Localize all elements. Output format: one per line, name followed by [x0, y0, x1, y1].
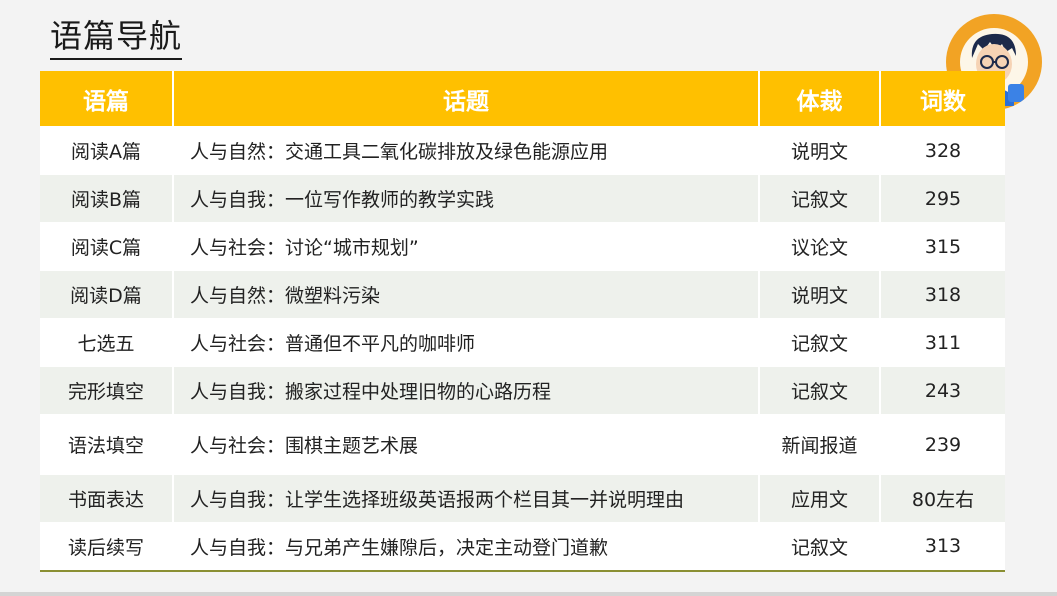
cell-passage: 语法填空	[40, 414, 174, 475]
cell-words: 295	[880, 174, 1005, 223]
slide: 语篇导航 语篇 话题 体裁 词数 阅读A篇 人与自然：交通工具二氧化碳排放及绿色…	[0, 0, 1057, 592]
cell-topic: 人与自我：让学生选择班级英语报两个栏目其一并说明理由	[173, 474, 760, 523]
cell-genre: 新闻报道	[759, 414, 881, 475]
cell-genre: 记叙文	[759, 522, 881, 572]
cell-genre: 记叙文	[759, 366, 881, 415]
cell-words: 328	[880, 126, 1005, 175]
cell-genre: 说明文	[759, 126, 881, 175]
header-genre: 体裁	[759, 71, 881, 127]
cell-topic: 人与自我：搬家过程中处理旧物的心路历程	[173, 366, 760, 415]
cell-words: 313	[880, 522, 1005, 572]
cell-words: 318	[880, 270, 1005, 319]
page-title: 语篇导航	[50, 14, 183, 60]
cell-passage: 阅读A篇	[40, 126, 174, 175]
table-row: 阅读D篇 人与自然：微塑料污染 说明文 318	[40, 270, 1005, 319]
cell-topic: 人与社会：普通但不平凡的咖啡师	[173, 318, 760, 367]
cell-passage: 七选五	[40, 318, 174, 367]
cell-words: 311	[880, 318, 1005, 367]
cell-words: 80左右	[880, 474, 1005, 523]
cell-words: 243	[880, 366, 1005, 415]
table-row: 阅读B篇 人与自我：一位写作教师的教学实践 记叙文 295	[40, 174, 1005, 223]
header-passage: 语篇	[40, 71, 174, 127]
cell-genre: 记叙文	[759, 318, 881, 367]
cell-words: 239	[880, 414, 1005, 475]
cell-passage: 阅读B篇	[40, 174, 174, 223]
cell-genre: 说明文	[759, 270, 881, 319]
cell-topic: 人与社会：讨论“城市规划”	[173, 222, 760, 271]
table-row: 阅读C篇 人与社会：讨论“城市规划” 议论文 315	[40, 222, 1005, 271]
cell-genre: 应用文	[759, 474, 881, 523]
cell-topic: 人与自然：交通工具二氧化碳排放及绿色能源应用	[173, 126, 760, 175]
cell-genre: 记叙文	[759, 174, 881, 223]
table-header-row: 语篇 话题 体裁 词数	[40, 71, 1005, 127]
header-topic: 话题	[173, 71, 760, 127]
table-row: 阅读A篇 人与自然：交通工具二氧化碳排放及绿色能源应用 说明文 328	[40, 126, 1005, 175]
header-word-count: 词数	[880, 71, 1005, 127]
cell-topic: 人与社会：围棋主题艺术展	[173, 414, 760, 475]
table-row: 语法填空 人与社会：围棋主题艺术展 新闻报道 239	[40, 414, 1005, 475]
cell-passage: 书面表达	[40, 474, 174, 523]
cell-passage: 阅读D篇	[40, 270, 174, 319]
table-row: 读后续写 人与自我：与兄弟产生嫌隙后，决定主动登门道歉 记叙文 313	[40, 522, 1005, 572]
table-row: 七选五 人与社会：普通但不平凡的咖啡师 记叙文 311	[40, 318, 1005, 367]
cell-topic: 人与自我：与兄弟产生嫌隙后，决定主动登门道歉	[173, 522, 760, 572]
cell-topic: 人与自然：微塑料污染	[173, 270, 760, 319]
cell-passage: 完形填空	[40, 366, 174, 415]
passage-table: 语篇 话题 体裁 词数 阅读A篇 人与自然：交通工具二氧化碳排放及绿色能源应用 …	[40, 71, 1005, 572]
cell-genre: 议论文	[759, 222, 881, 271]
cell-passage: 读后续写	[40, 522, 174, 572]
table-row: 完形填空 人与自我：搬家过程中处理旧物的心路历程 记叙文 243	[40, 366, 1005, 415]
cell-words: 315	[880, 222, 1005, 271]
table-row: 书面表达 人与自我：让学生选择班级英语报两个栏目其一并说明理由 应用文 80左右	[40, 474, 1005, 523]
cell-passage: 阅读C篇	[40, 222, 174, 271]
cell-topic: 人与自我：一位写作教师的教学实践	[173, 174, 760, 223]
